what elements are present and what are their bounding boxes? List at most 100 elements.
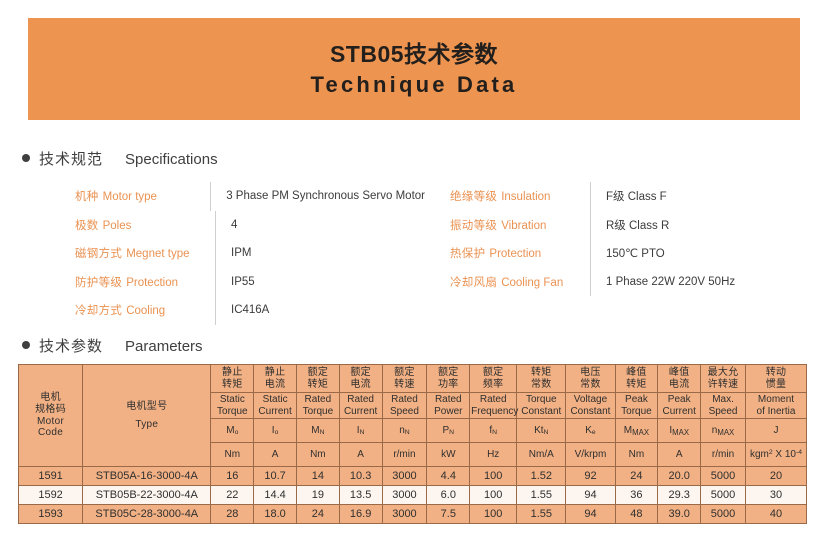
cell-value-0: 22: [210, 485, 255, 505]
spec-label: 磁钢方式 Megnet type: [75, 245, 215, 261]
header-cell-symbol-11: nMAX: [700, 418, 746, 443]
header-cell-cn-8: 电压 常数: [565, 364, 616, 393]
cell-value-0: 16: [210, 466, 255, 486]
header-cell-en-3: Rated Current: [338, 392, 383, 419]
cell-value-3: 10.3: [338, 466, 383, 486]
cell-value-9: 24: [614, 466, 659, 486]
bullet-icon: [22, 154, 30, 162]
bullet-icon: [22, 341, 30, 349]
cell-value-5: 6.0: [426, 485, 471, 505]
cell-value-12: 30: [744, 485, 808, 505]
header-cell-symbol-0: Mo: [210, 418, 255, 443]
header-cell-unit-7: Nm/A: [516, 442, 567, 467]
header-cell-symbol-3: IN: [338, 418, 383, 443]
spec-label-cn: 极数: [75, 219, 99, 232]
cell-value-6: 100: [469, 466, 518, 486]
cell-motor-type: STB05A-16-3000-4A: [82, 466, 212, 486]
header-cell-en-10: Peak Current: [657, 392, 702, 419]
header-cell-unit-2: Nm: [295, 442, 340, 467]
header-cell-en-4: Rated Speed: [381, 392, 428, 419]
header-cell-cn-4: 额定 转速: [381, 364, 428, 393]
header-cell-unit-1: A: [253, 442, 297, 467]
section-heading-specifications-cn: 技术规范: [39, 151, 104, 168]
header-cell-unit-10: A: [657, 442, 702, 467]
cell-motor-code: 1593: [17, 504, 84, 524]
header-cell-en-2: Rated Torque: [295, 392, 340, 419]
spec-label: 冷却方式 Cooling: [75, 302, 215, 318]
spec-label: 绝缘等级 Insulation: [450, 188, 590, 204]
spec-label: 振动等级 Vibration: [450, 217, 590, 233]
section-heading-specifications-en: Specifications: [125, 151, 218, 168]
header-cell-en-6: Rated Frequency: [469, 392, 519, 419]
header-cell-cn-3: 额定 电流: [338, 364, 383, 393]
cell-value-7: 1.52: [516, 466, 567, 486]
spec-row: 磁钢方式 Megnet type IPM: [75, 239, 425, 268]
cell-value-1: 18.0: [253, 504, 297, 524]
header-cell-cn-2: 额定 转矩: [295, 364, 340, 393]
spec-value: IP55: [231, 275, 255, 288]
table-row[interactable]: 1592 STB05B-22-3000-4A 22 14.4 19 13.5 3000 6.0…: [17, 485, 808, 505]
spec-row: 机种 Motor type 3 Phase PM Synchronous Servo…: [75, 182, 425, 211]
spec-label-cn: 磁钢方式: [75, 248, 123, 261]
header-cell-unit-3: A: [338, 442, 383, 467]
table-row[interactable]: 1591 STB05A-16-3000-4A 16 10.7 14 10.3 3000 4.4…: [17, 466, 808, 486]
spec-value: 4: [231, 218, 238, 231]
header-cell-unit-12: kgm2 X 10-4: [744, 442, 808, 467]
header-motor-type: 电机型号 Type: [82, 364, 212, 467]
header-motor-code: 电机 规格码 Motor Code: [17, 364, 84, 467]
header-cell-symbol-5: PN: [426, 418, 471, 443]
section-heading-specifications: 技术规范 Specifications: [22, 148, 218, 169]
spec-row: 冷却方式 Cooling IC416A: [75, 296, 425, 325]
spec-row: 防护等级 Protection IP55: [75, 267, 425, 296]
spec-label-en: Motor type: [102, 191, 157, 204]
spec-label-cn: 绝缘等级: [450, 191, 498, 204]
table-header-row-chinese: 电机 规格码 Motor Code 电机型号 Type 静止 转矩 静止 电流 额定 转矩 额定 电流 额定…: [17, 364, 808, 467]
header-cell-unit-11: r/min: [700, 442, 746, 467]
spec-value: R级 Class R: [606, 219, 670, 232]
header-cell-en-1: Static Current: [253, 392, 297, 419]
header-cell-en-9: Peak Torque: [614, 392, 659, 419]
cell-motor-type: STB05B-22-3000-4A: [82, 485, 212, 505]
header-cell-cn-5: 额定 功率: [426, 364, 471, 393]
section-heading-parameters-en: Parameters: [125, 338, 203, 355]
cell-value-8: 94: [565, 504, 616, 524]
cell-value-3: 13.5: [338, 485, 383, 505]
spec-row: 绝缘等级 Insulation F级 Class F: [450, 182, 810, 211]
cell-value-10: 29.3: [657, 485, 702, 505]
header-cell-unit-5: kW: [426, 442, 471, 467]
header-cell-symbol-4: nN: [381, 418, 428, 443]
spec-label-en: Poles: [102, 219, 132, 232]
cell-value-2: 19: [295, 485, 340, 505]
header-cell-symbol-1: Io: [253, 418, 297, 443]
table-row[interactable]: 1593 STB05C-28-3000-4A 28 18.0 24 16.9 3000 7.5…: [17, 504, 808, 524]
spec-label-en: Cooling: [126, 305, 166, 318]
header-cell-en-12: Moment of Inertia: [744, 392, 808, 419]
page-banner: STB05技术参数 Technique Data: [28, 18, 800, 120]
header-cell-cn-9: 峰值 转矩: [614, 364, 659, 393]
spec-value: 150℃ PTO: [606, 248, 665, 261]
spec-label-cn: 振动等级: [450, 219, 498, 232]
header-cell-unit-4: r/min: [381, 442, 428, 467]
cell-value-4: 3000: [381, 485, 428, 505]
cell-value-10: 20.0: [657, 466, 702, 486]
spec-label: 机种 Motor type: [75, 188, 210, 204]
header-cell-cn-11: 最大允 许转速: [700, 364, 746, 393]
specifications-column-left: 机种 Motor type 3 Phase PM Synchronous Servo…: [75, 182, 425, 325]
parameters-table-wrapper: 电机 规格码 Motor Code 电机型号 Type 静止 转矩 静止 电流 额定 转矩 额定 电流 额定…: [17, 364, 808, 524]
cell-value-11: 5000: [700, 466, 746, 486]
cell-value-7: 1.55: [516, 504, 567, 524]
parameters-table: 电机 规格码 Motor Code 电机型号 Type 静止 转矩 静止 电流 额定 转矩 额定 电流 额定…: [17, 364, 808, 524]
spec-label-cn: 冷却方式: [75, 305, 123, 318]
header-cell-cn-0: 静止 转矩: [210, 364, 255, 393]
cell-value-8: 92: [565, 466, 616, 486]
spec-label: 防护等级 Protection: [75, 274, 215, 290]
spec-label-en: Protection: [126, 276, 178, 289]
section-heading-parameters: 技术参数 Parameters: [22, 335, 203, 356]
spec-label-en: Protection: [489, 248, 542, 261]
spec-row: 极数 Poles 4: [75, 210, 425, 239]
header-cell-unit-6: Hz: [469, 442, 518, 467]
header-cell-symbol-12: J: [744, 418, 808, 443]
cell-value-2: 14: [295, 466, 340, 486]
section-heading-parameters-cn: 技术参数: [39, 338, 104, 355]
cell-motor-code: 1591: [17, 466, 84, 486]
